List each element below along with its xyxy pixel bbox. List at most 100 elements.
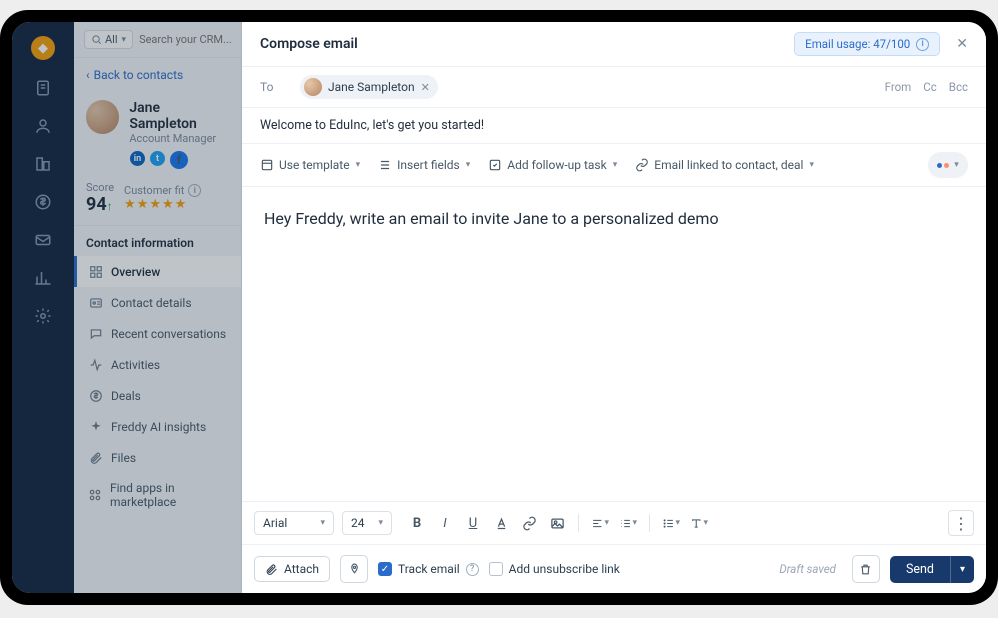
bullet-list-button[interactable]: ▾ [662,514,680,532]
chevron-down-icon: ▾ [122,35,127,45]
add-followup-button[interactable]: Add follow-up task ▾ [488,158,617,172]
search-row: All ▾ [74,22,241,58]
bold-button[interactable]: B [408,514,426,532]
score-row: Score 94↑ Customer fit i ★★★★★ [74,177,241,225]
compose-header: Compose email Email usage: 47/100 i ✕ [242,22,986,66]
link-button[interactable] [520,514,538,532]
activity-icon [88,357,103,372]
avatar [304,78,322,96]
app-screen: ◆ All ▾ ‹ Back to contacts Jane Sampleto… [12,22,986,593]
italic-button[interactable]: I [436,514,454,532]
font-family-select[interactable]: Arial ▾ [254,511,334,535]
avatar[interactable] [86,100,119,134]
paperclip-icon [88,450,103,465]
chevron-down-icon: ▾ [320,518,325,528]
close-button[interactable]: ✕ [956,36,968,52]
compose-footer: Attach ✓ Track email ? Add unsubscribe l… [242,545,986,593]
attach-button[interactable]: Attach [254,556,330,582]
font-size-value: 24 [351,516,365,530]
doc-icon[interactable] [33,78,53,98]
app-logo-icon[interactable]: ◆ [31,36,55,60]
sidebar-item-activities[interactable]: Activities [74,349,241,380]
align-button[interactable]: ▾ [591,514,609,532]
email-usage-badge[interactable]: Email usage: 47/100 i [794,32,940,56]
facebook-icon[interactable]: f [170,151,188,169]
more-format-button[interactable]: ⋮ [948,510,974,536]
bcc-link[interactable]: Bcc [949,80,968,94]
compose-panel: Compose email Email usage: 47/100 i ✕ To… [242,22,986,593]
chat-icon [88,326,103,341]
email-body-editor[interactable]: Hey Freddy, write an email to invite Jan… [242,187,986,501]
unsubscribe-toggle[interactable]: Add unsubscribe link [489,562,620,576]
chevron-down-icon: ▾ [466,160,471,170]
deal-icon[interactable] [33,192,53,212]
chevron-down-icon: ▾ [613,160,618,170]
subject-text: Welcome to EduInc, let's get you started… [260,118,484,133]
track-email-toggle[interactable]: ✓ Track email ? [378,562,479,576]
chevron-down-icon: ▾ [356,160,361,170]
report-icon[interactable] [33,268,53,288]
ai-assist-button[interactable]: ▾ [928,152,968,178]
cc-link[interactable]: Cc [923,80,937,94]
subject-input[interactable]: Welcome to EduInc, let's get you started… [242,108,986,144]
sidebar-item-freddy[interactable]: Freddy AI insights [74,411,241,442]
sidebar-item-details[interactable]: Contact details [74,287,241,318]
card-icon [88,295,103,310]
sidebar-item-files[interactable]: Files [74,442,241,473]
text-style-button[interactable]: ▾ [690,514,708,532]
insert-availability-button[interactable] [340,555,368,583]
fit-label: Customer fit [124,184,184,197]
sidebar-item-marketplace[interactable]: Find apps in marketplace [74,473,241,517]
twitter-icon[interactable]: t [150,151,165,166]
sidebar-item-label: Find apps in marketplace [110,481,227,509]
contact-icon[interactable] [33,116,53,136]
remove-chip-icon[interactable]: ✕ [421,81,430,94]
sidebar-item-overview[interactable]: Overview [74,256,241,287]
image-button[interactable] [548,514,566,532]
recipients-row: To Jane Sampleton ✕ From Cc Bcc [242,66,986,108]
score-value: 94 [86,194,107,215]
freddy-ai-icon [937,163,949,168]
mail-icon[interactable] [33,230,53,250]
social-links: in t f [74,147,241,177]
chevron-down-icon: ▾ [703,518,708,528]
from-link[interactable]: From [885,80,912,94]
insert-label: Insert fields [397,158,460,172]
text-color-button[interactable] [492,514,510,532]
followup-label: Add follow-up task [507,158,606,172]
insert-fields-button[interactable]: Insert fields ▾ [378,158,470,172]
grid-icon [88,264,103,279]
contact-title: Account Manager [129,132,229,145]
send-dropdown-button[interactable]: ▾ [950,556,974,583]
sidebar-item-recent[interactable]: Recent conversations [74,318,241,349]
underline-button[interactable]: U [464,514,482,532]
back-to-contacts-link[interactable]: ‹ Back to contacts [74,58,241,92]
org-icon[interactable] [33,154,53,174]
info-icon[interactable]: i [188,184,201,197]
sidebar-item-label: Contact details [111,296,192,310]
delete-draft-button[interactable] [852,555,880,583]
send-button-group: Send ▾ [890,556,974,583]
chevron-down-icon: ▾ [675,518,680,528]
settings-icon[interactable] [33,306,53,326]
search-filter[interactable]: All ▾ [84,30,133,49]
recipient-chip[interactable]: Jane Sampleton ✕ [300,75,438,99]
sidebar-item-deals[interactable]: Deals [74,380,241,411]
font-size-select[interactable]: 24 ▾ [342,511,392,535]
use-template-button[interactable]: Use template▾ [260,158,360,172]
chevron-down-icon: ▾ [632,518,637,528]
ordered-list-button[interactable]: ▾ [619,514,637,532]
to-label: To [260,80,284,94]
chevron-down-icon: ▾ [378,518,383,528]
sidebar-item-label: Files [111,451,136,465]
send-button[interactable]: Send [890,556,950,583]
sparkle-icon [88,419,103,434]
sidebar-item-label: Recent conversations [111,327,226,341]
nav-rail: ◆ [12,22,74,593]
font-family-value: Arial [263,516,287,530]
backlink-label: Back to contacts [94,68,184,82]
linkedin-icon[interactable]: in [130,151,145,166]
dollar-icon [88,388,103,403]
linked-entities-button[interactable]: Email linked to contact, deal▾ [635,158,814,172]
help-icon[interactable]: ? [466,563,479,576]
